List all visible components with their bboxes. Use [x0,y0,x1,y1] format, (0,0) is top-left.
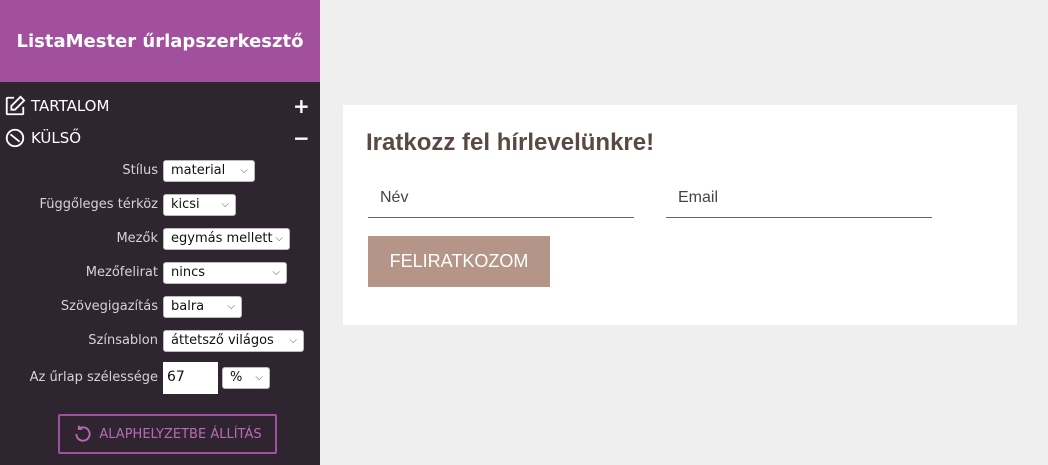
fields-label: Mezők [116,231,158,246]
reset-button[interactable]: ALAPHELYZETBE ÁLLÍTÁS [58,414,277,454]
signup-form: Iratkozz fel hírlevelünkre! Név Email FE… [343,105,1017,325]
form-width-unit-select[interactable]: % ⌵ [222,367,270,389]
form-width-input-value: 67 [167,369,185,385]
vertical-spacing-label: Függőleges térköz [39,197,158,212]
field-label-select[interactable]: nincs ⌵ [163,262,287,284]
palette-icon [5,128,25,148]
name-field-placeholder: Név [380,189,409,206]
fields-select[interactable]: egymás mellett ⌵ [163,228,290,250]
color-template-label: Színsablon [88,333,158,348]
subscribe-button[interactable]: FELIRATKOZOM [368,236,550,287]
refresh-icon [75,425,91,442]
fields-select-value: egymás mellett [171,231,273,246]
setting-field-label: Mezőfelirat nincs ⌵ [0,262,320,286]
field-label-select-value: nincs [171,265,206,280]
style-select[interactable]: material ⌵ [163,160,255,182]
chevron-down-icon: ⌵ [221,199,229,210]
form-width-input[interactable]: 67 [163,362,218,394]
chevron-down-icon: ⌵ [275,233,283,244]
section-content[interactable]: TARTALOM + [0,93,320,119]
edit-icon [5,95,26,116]
chevron-down-icon: ⌵ [272,267,280,278]
vertical-spacing-select-value: kicsi [171,197,200,212]
text-align-select-value: balra [171,299,205,314]
text-align-label: Szövegigazítás [60,299,158,314]
subscribe-button-label: FELIRATKOZOM [389,251,529,271]
setting-text-align: Szövegigazítás balra ⌵ [0,296,320,320]
section-appearance-label: KÜLSŐ [31,129,82,147]
style-select-value: material [171,163,226,178]
section-appearance[interactable]: KÜLSŐ − [0,125,320,151]
collapse-toggle[interactable]: − [293,125,310,151]
color-template-select[interactable]: áttetsző világos ⌵ [163,330,304,352]
expand-toggle[interactable]: + [293,93,310,119]
name-field[interactable]: Név [368,180,634,218]
chevron-down-icon: ⌵ [255,372,263,383]
form-width-unit-value: % [230,370,243,385]
sidebar: ListaMester űrlapszerkesztő TARTALOM + K… [0,0,320,465]
chevron-down-icon: ⌵ [240,165,248,176]
app-title: ListaMester űrlapszerkesztő [0,0,320,82]
chevron-down-icon: ⌵ [289,335,297,346]
setting-form-width: Az űrlap szélessége 67 % ⌵ [0,362,320,394]
style-label: Stílus [122,163,158,178]
email-field-placeholder: Email [678,189,719,206]
setting-fields: Mezők egymás mellett ⌵ [0,228,320,252]
chevron-down-icon: ⌵ [227,301,235,312]
section-content-label: TARTALOM [31,97,110,115]
form-width-label: Az űrlap szélessége [29,370,158,385]
vertical-spacing-select[interactable]: kicsi ⌵ [163,194,236,216]
form-title: Iratkozz fel hírlevelünkre! [366,129,655,156]
field-label-label: Mezőfelirat [85,265,158,280]
text-align-select[interactable]: balra ⌵ [163,296,242,318]
setting-style: Stílus material ⌵ [0,160,320,184]
color-template-select-value: áttetsző világos [171,333,274,348]
reset-button-label: ALAPHELYZETBE ÁLLÍTÁS [99,426,262,442]
setting-color-template: Színsablon áttetsző világos ⌵ [0,330,320,354]
setting-vertical-spacing: Függőleges térköz kicsi ⌵ [0,194,320,218]
email-field[interactable]: Email [666,180,932,218]
